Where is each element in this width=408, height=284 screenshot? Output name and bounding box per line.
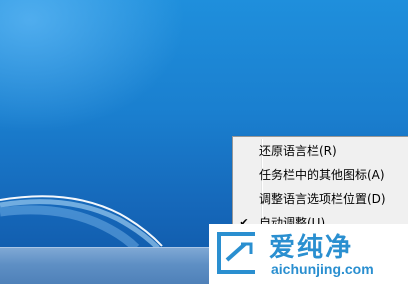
menu-item-label: 还原语言栏(R): [259, 144, 337, 158]
aichunjing-logo-icon: [217, 232, 255, 274]
watermark: 爱纯净 aichunjing.com: [209, 224, 408, 284]
watermark-url: aichunjing.com: [271, 261, 374, 277]
menu-item-label: 调整语言选项栏位置(D): [259, 192, 386, 206]
menu-item-extra-taskbar-icons[interactable]: 任务栏中的其他图标(A): [235, 164, 407, 186]
menu-item-adjust-language-bar-position[interactable]: 调整语言选项栏位置(D): [235, 188, 407, 210]
watermark-title: 爱纯净: [269, 233, 354, 263]
menu-item-restore-language-bar[interactable]: 还原语言栏(R): [235, 140, 407, 162]
menu-item-label: 任务栏中的其他图标(A): [259, 168, 385, 182]
